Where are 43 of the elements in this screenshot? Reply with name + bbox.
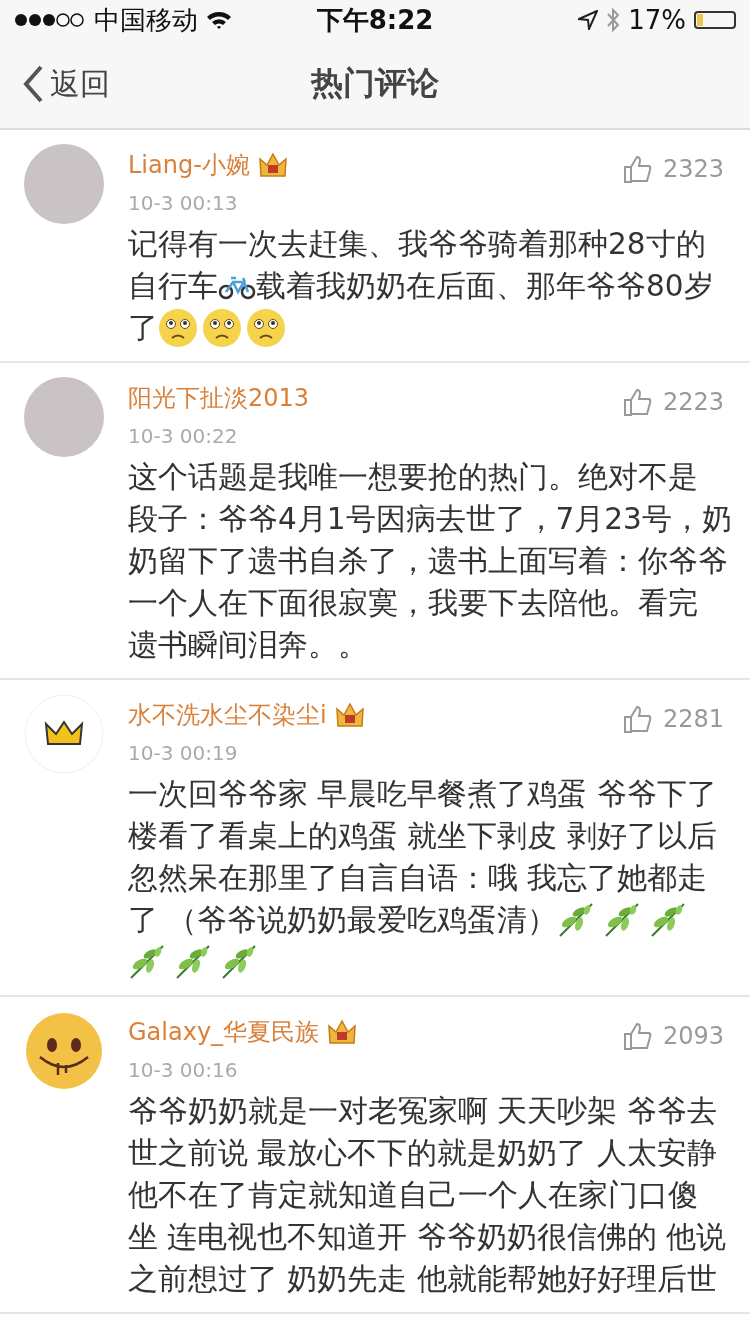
comment-time: 10-3 00:16 (128, 1058, 239, 1082)
bicycle-icon (218, 274, 256, 300)
like-button[interactable]: 2281 (616, 694, 730, 735)
page-title: 热门评论 (311, 63, 439, 104)
thumbs-up-icon (622, 704, 653, 734)
leaf-branch-icon (649, 902, 688, 938)
comment-text: 记得有一次去赶集、我爷爷骑着那种28寸的 自行车 载着我奶奶在后面、那年爷爷80岁 了 (128, 223, 738, 349)
comment-time: 10-3 00:13 (128, 191, 239, 215)
smiley-avatar[interactable] (24, 1011, 104, 1091)
comment-time: 10-3 00:19 (128, 741, 239, 765)
leaf-branch-icon (174, 944, 212, 980)
sad-face-icon (158, 308, 198, 348)
back-chevron-icon (22, 64, 44, 104)
back-button[interactable]: 返回 (22, 63, 110, 105)
location-arrow-icon (578, 10, 599, 30)
username[interactable]: Galaxy_华夏民族 (128, 1015, 320, 1048)
thumbs-up-icon (622, 154, 653, 184)
comment-time: 10-3 00:22 (128, 424, 239, 448)
username[interactable]: 阳光下扯淡2013 (128, 381, 310, 414)
leaf-branch-icon (603, 902, 642, 938)
comment-text: 这个话题是我唯一想要抢的热门。绝对不是 段子：爷爷4月1号因病去世了，7月23号，奶 奶留下了遗书自杀了，遗书上面写着：你爷爷 一个人在下面很寂寞，我要下去陪他。看完 遗书瞬间泪奔。。 (128, 459, 733, 664)
battery-percent: 17% (628, 5, 686, 35)
clock-time: 下午8:22 (316, 3, 434, 37)
leaf-branch-icon (128, 944, 166, 980)
like-button[interactable]: 2093 (616, 1011, 730, 1052)
sad-face-icon (202, 308, 242, 348)
like-button[interactable]: 2223 (616, 377, 730, 418)
username[interactable]: 水不洗水尘不染尘i (128, 698, 327, 731)
like-button[interactable]: 2323 (616, 144, 730, 185)
comment-text: 爷爷奶奶就是一对老冤家啊 天天吵架 爷爷去 世之前说 最放心不下的就是奶奶了 人太安静 他不在了肯定就知道自己一个人在家门口傻 坐 连电视也不知道开 爷爷奶奶很信佛的 他说 之前想过了 奶奶先走 他就能帮她好好理后世 (128, 1093, 728, 1298)
leaf-branch-icon (220, 944, 258, 980)
sad-face-icon (246, 308, 286, 348)
wifi-icon (206, 10, 232, 30)
thumbs-up-icon (622, 1021, 653, 1051)
thumbs-up-icon (622, 387, 653, 417)
crown-avatar[interactable] (24, 694, 104, 774)
battery-icon (694, 11, 736, 29)
leaf-branch-icon (557, 902, 596, 938)
signal-icon (14, 13, 86, 27)
bluetooth-icon (606, 8, 621, 32)
carrier-name: 中国移动 (94, 3, 198, 37)
comment-text: 一次回爷爷家 早晨吃早餐煮了鸡蛋 爷爷下了 楼看了看桌上的鸡蛋 就坐下剥皮 剥好了以后 忽然呆在那里了自言自语：哦 我忘了她都走 了 （爷爷说奶奶最爱吃鸡蛋清） (128, 773, 738, 983)
username[interactable]: Liang-小婉 (128, 148, 250, 181)
